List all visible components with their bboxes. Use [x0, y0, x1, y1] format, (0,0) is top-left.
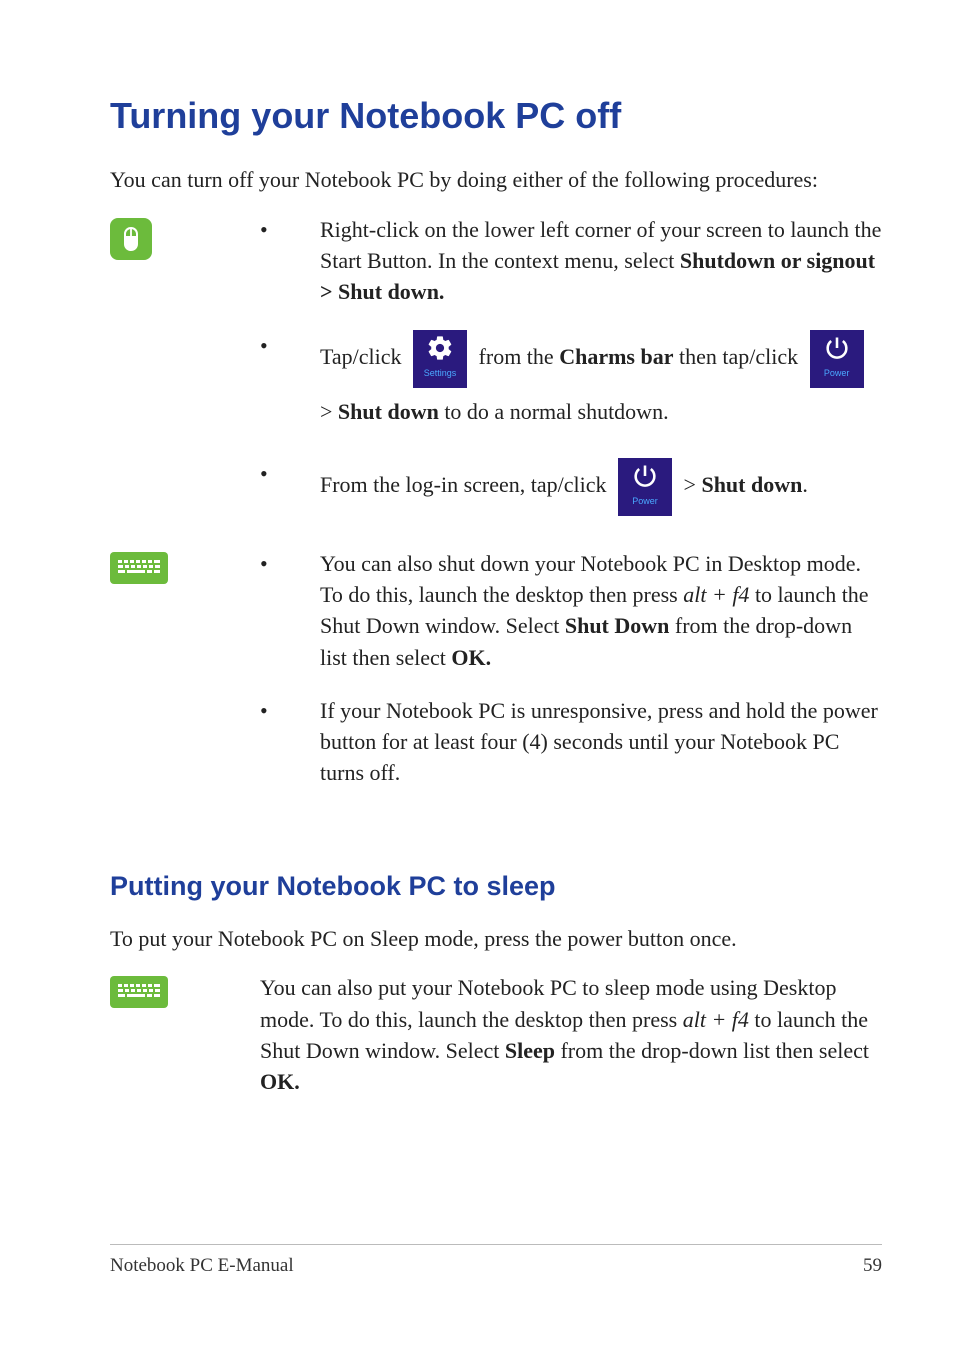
sleep-intro: To put your Notebook PC on Sleep mode, p…: [110, 924, 882, 955]
mouse-icon-column: [110, 214, 250, 260]
keyboard-icon: [110, 976, 168, 1008]
keyboard-icon: [110, 552, 168, 584]
keyboard-bullet-list: • You can also shut down your Notebook P…: [250, 548, 882, 789]
list-item: • Right-click on the lower left corner o…: [250, 214, 882, 308]
settings-tile-icon: Settings: [413, 330, 467, 388]
sleep-heading: Putting your Notebook PC to sleep: [110, 871, 882, 902]
mouse-instructions-row: • Right-click on the lower left corner o…: [110, 214, 882, 538]
list-item: • You can also shut down your Notebook P…: [250, 548, 882, 673]
mouse-bullet-list: • Right-click on the lower left corner o…: [250, 214, 882, 516]
page-heading: Turning your Notebook PC off: [110, 95, 882, 137]
footer-title: Notebook PC E-Manual: [110, 1255, 294, 1277]
page-number: 59: [863, 1255, 882, 1277]
mouse-icon: [110, 218, 152, 260]
sleep-keyboard-row: You can also put your Notebook PC to sle…: [110, 972, 882, 1097]
list-item: • Tap/click Settings from the Charms bar…: [250, 330, 882, 436]
power-tile-icon: Power: [810, 330, 864, 388]
keyboard-instructions-row: • You can also shut down your Notebook P…: [110, 548, 882, 811]
keyboard-icon-column: [110, 548, 250, 584]
sleep-keyboard-text: You can also put your Notebook PC to sle…: [260, 972, 882, 1097]
power-tile-icon: Power: [618, 458, 672, 516]
keyboard-icon-column: [110, 972, 260, 1008]
page-footer: Notebook PC E-Manual 59: [110, 1244, 882, 1277]
list-item: • From the log-in screen, tap/click Powe…: [250, 458, 882, 516]
intro-paragraph: You can turn off your Notebook PC by doi…: [110, 165, 882, 196]
list-item: • If your Notebook PC is unresponsive, p…: [250, 695, 882, 789]
